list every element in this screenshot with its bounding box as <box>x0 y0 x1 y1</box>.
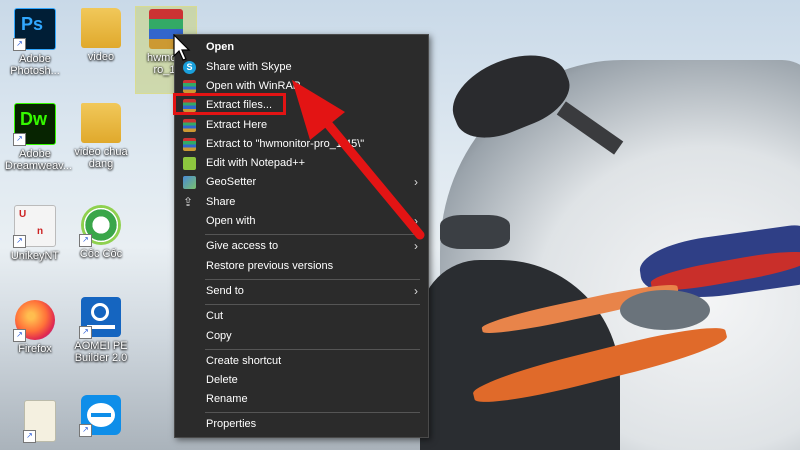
arrow-shaft <box>313 107 425 240</box>
annotation-arrow <box>292 80 425 240</box>
desktop: Ps ↗ Adobe Photosh... video hwmoni ro_1.… <box>0 0 800 450</box>
mouse-cursor-icon <box>173 34 191 61</box>
